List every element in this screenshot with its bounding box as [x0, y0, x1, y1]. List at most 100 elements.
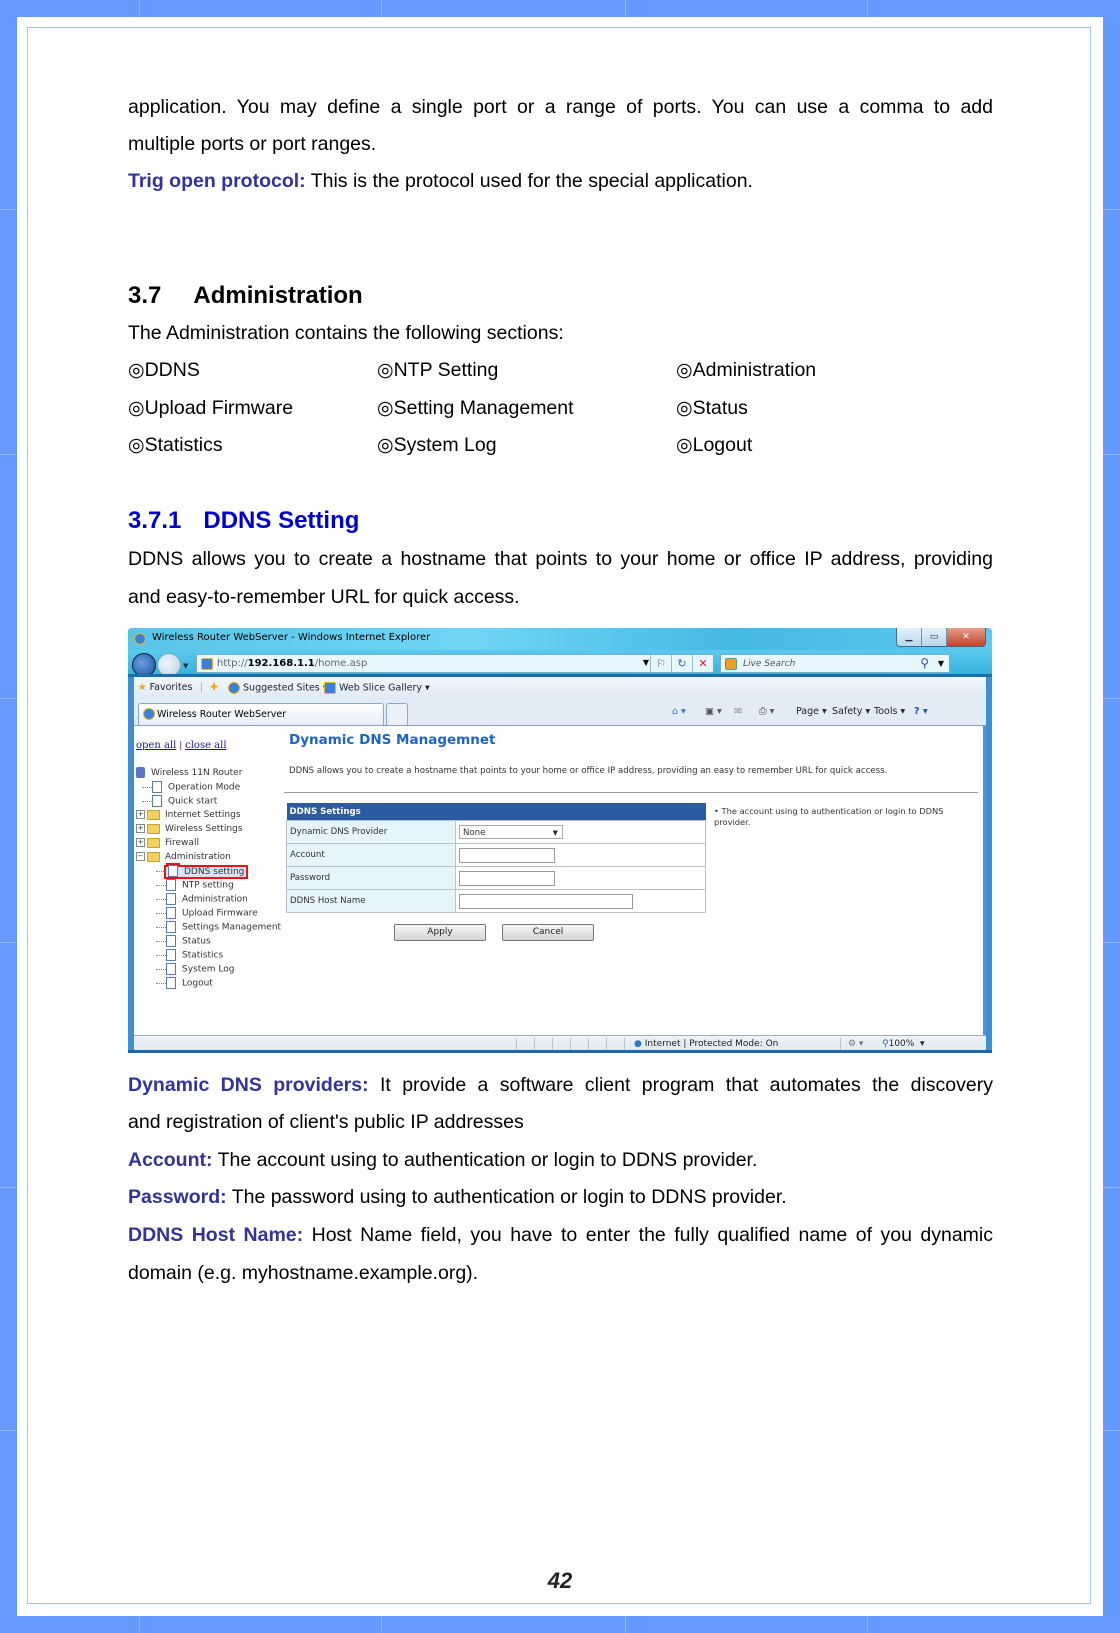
bullet-icon: •	[714, 806, 722, 816]
browser-tab[interactable]: Wireless Router WebServer	[138, 703, 384, 725]
feeds-icon[interactable]: ▣ ▾	[705, 706, 722, 717]
folder-icon	[147, 823, 160, 834]
tree-node[interactable]: Settings Management	[156, 921, 281, 934]
subsection-heading: 3.7.1 DDNS Setting	[128, 507, 993, 535]
bullet-circle-icon: ◎	[676, 435, 693, 456]
compatibility-view-icon[interactable]: ⚐	[650, 655, 671, 672]
host-name-input[interactable]	[459, 893, 633, 909]
home-icon[interactable]: ⌂ ▾	[672, 706, 686, 717]
open-all-link[interactable]: open all	[136, 740, 176, 751]
search-box[interactable]: Live Search ⚲ ▼	[720, 654, 950, 673]
tree-root[interactable]: Wireless 11N Router	[136, 767, 242, 780]
tree-node[interactable]: − Administration	[136, 851, 231, 864]
web-slice-gallery-link[interactable]: Web Slice Gallery ▾	[324, 682, 430, 694]
tree-node[interactable]: System Log	[156, 963, 235, 976]
tree-node[interactable]: Quick start	[142, 795, 217, 808]
definition-text: It provide a software client program tha…	[368, 1074, 993, 1096]
favorites-button[interactable]: ★ Favorites	[138, 682, 192, 693]
tree-node[interactable]: Upload Firmware	[156, 907, 258, 920]
page-icon	[168, 865, 178, 877]
definition-continuation: and registration of client's public IP a…	[128, 1111, 524, 1133]
chevron-down-icon: ▼	[552, 829, 558, 837]
address-bar[interactable]: http://192.168.1.1/home.asp ▼ ⚐ ↻ ✕	[196, 654, 714, 673]
intro-line-1: application. You may define a single por…	[128, 96, 993, 118]
help-note: • The account using to authentication or…	[714, 806, 944, 827]
tree-node[interactable]: Logout	[156, 977, 213, 990]
ie-logo-icon	[143, 708, 155, 720]
zoom-level[interactable]: ⚲100% ▾	[882, 1039, 925, 1049]
search-options-dropdown[interactable]: ▼	[938, 659, 944, 668]
page-icon	[166, 893, 176, 905]
recent-pages-dropdown[interactable]: ▼	[183, 662, 188, 670]
tab-title: Wireless Router WebServer	[157, 709, 287, 720]
page-icon	[152, 781, 162, 793]
suggested-sites-link[interactable]: Suggested Sites ▾	[228, 682, 328, 694]
bullet-circle-icon: ◎	[377, 398, 394, 419]
section-list-item: ◎System Log	[377, 434, 497, 456]
security-zone[interactable]: ● Internet | Protected Mode: On	[634, 1039, 778, 1049]
tools-menu[interactable]: Tools ▾	[874, 706, 905, 717]
cancel-button[interactable]: Cancel	[502, 924, 594, 941]
section-intro: The Administration contains the followin…	[128, 322, 564, 344]
stop-icon[interactable]: ✕	[692, 655, 713, 672]
page-icon	[166, 949, 176, 961]
subsection-title: DDNS Setting	[203, 507, 360, 534]
address-dropdown-icon[interactable]: ▼	[643, 658, 649, 667]
ie-logo-icon	[324, 682, 336, 694]
new-tab-button[interactable]	[386, 703, 408, 725]
table-row: DDNS Host Name	[286, 889, 706, 913]
definition-dynamic-dns-providers: Dynamic DNS providers: It provide a soft…	[128, 1074, 993, 1097]
page-icon	[201, 658, 213, 670]
tree-node[interactable]: Statistics	[156, 949, 223, 962]
tree-node[interactable]: Status	[156, 935, 211, 948]
tree-node[interactable]: NTP setting	[156, 879, 234, 892]
page-menu[interactable]: Page ▾	[796, 706, 827, 717]
section-list-item: ◎Logout	[676, 434, 753, 456]
zoom-icon: ⚲	[882, 1039, 889, 1049]
page-icon	[166, 907, 176, 919]
command-bar: Wireless Router WebServer ⌂ ▾ ▣ ▾ ✉ ⎙ ▾ …	[134, 699, 986, 725]
provider-select[interactable]: None ▼	[459, 825, 563, 839]
refresh-icon[interactable]: ↻	[671, 655, 692, 672]
folder-icon	[147, 837, 160, 848]
window-title: Wireless Router WebServer - Windows Inte…	[152, 632, 431, 643]
section-title: Administration	[193, 282, 363, 309]
window-edge	[983, 726, 986, 1036]
folder-icon	[147, 809, 160, 820]
address-url: http://192.168.1.1/home.asp	[217, 658, 368, 669]
apply-button[interactable]: Apply	[394, 924, 486, 941]
print-icon[interactable]: ⎙ ▾	[759, 706, 774, 717]
live-search-icon	[725, 658, 737, 670]
safety-menu[interactable]: Safety ▾	[832, 706, 870, 717]
close-all-link[interactable]: close all	[185, 740, 226, 751]
definition-term: Dynamic DNS providers:	[128, 1074, 369, 1096]
account-label: Account	[286, 843, 456, 867]
account-input[interactable]	[459, 847, 555, 863]
mail-icon[interactable]: ✉	[734, 706, 742, 717]
expand-icon: +	[136, 824, 145, 833]
definition-term: DDNS Host Name:	[128, 1224, 304, 1246]
protected-mode-icon[interactable]: ⚙ ▾	[848, 1039, 863, 1049]
section-list-item: ◎Status	[676, 397, 748, 419]
tree-node[interactable]: Operation Mode	[142, 781, 240, 794]
tree-node-selected[interactable]: DDNS setting	[156, 864, 249, 879]
help-menu[interactable]: ? ▾	[914, 706, 928, 717]
minimize-button[interactable]: ▁	[897, 628, 922, 646]
maximize-button[interactable]: ▭	[922, 628, 947, 646]
tree-node[interactable]: + Internet Settings	[136, 809, 241, 822]
close-button[interactable]: ✕	[947, 628, 985, 646]
tree-node[interactable]: Administration	[156, 893, 248, 906]
trig-open-protocol-definition: Trig open protocol: This is the protocol…	[128, 170, 993, 193]
page-heading: Dynamic DNS Managemnet	[289, 732, 496, 748]
tree-node[interactable]: + Wireless Settings	[136, 823, 242, 836]
definition-term: Trig open protocol:	[128, 170, 306, 192]
star-icon: ★	[138, 682, 147, 693]
definition-text: The password using to authentication or …	[226, 1186, 787, 1208]
tree-node[interactable]: + Firewall	[136, 837, 199, 850]
password-input[interactable]	[459, 870, 555, 886]
definition-term: Password:	[128, 1186, 227, 1208]
globe-icon: ●	[634, 1039, 642, 1049]
divider: |	[200, 682, 204, 693]
search-icon[interactable]: ⚲	[920, 656, 929, 670]
add-favorite-icon[interactable]: ✚	[210, 682, 218, 693]
